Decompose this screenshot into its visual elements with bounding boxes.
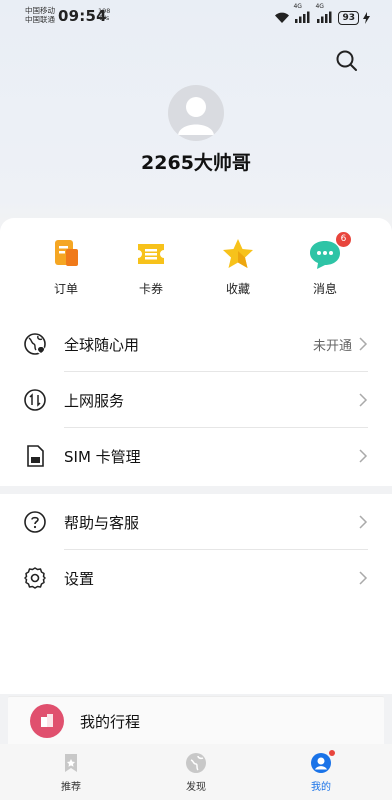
order-icon — [55, 240, 78, 266]
carrier-2: 中国联通 — [25, 15, 55, 24]
settings-icon — [24, 567, 46, 589]
chevron-right-icon — [359, 337, 368, 351]
charging-icon — [363, 11, 370, 24]
status-indicators: 4G 4G 93 — [274, 3, 370, 27]
quick-action-messages[interactable]: 6 消息 — [285, 232, 365, 297]
my-trip-bar[interactable]: 我的行程 — [8, 696, 384, 745]
wifi-icon — [275, 12, 290, 23]
star-icon — [223, 239, 253, 268]
sim-card-icon — [27, 445, 44, 467]
trip-icon — [41, 714, 53, 727]
globe-icon — [24, 333, 46, 355]
services-card: 订单 卡券 收藏 6 消息 全球随心用 未开通 上网服务 SIM 卡管理 — [0, 218, 392, 486]
signal-2-group: 4G — [315, 3, 334, 27]
tab-label: 我的 — [311, 782, 331, 793]
bookmark-icon — [65, 754, 77, 772]
status-bar: 中国移动 中国联通 09:54 198 B/s 4G 4G 93 — [0, 0, 392, 32]
chevron-right-icon — [359, 571, 368, 585]
notification-dot — [329, 750, 335, 756]
network-type-1: 4G — [293, 3, 302, 10]
signal-1-group: 4G — [293, 3, 312, 27]
tab-discover[interactable]: 发现 — [151, 752, 241, 793]
menu-item-label: SIM 卡管理 — [64, 447, 141, 466]
app-screen: 中国移动 中国联通 09:54 198 B/s 4G 4G 93 2265大帅哥… — [0, 0, 392, 800]
signal-1-icon — [295, 11, 310, 23]
menu-item-global-roaming[interactable]: 全球随心用 未开通 — [22, 316, 368, 372]
menu-item-help[interactable]: 帮助与客服 — [22, 494, 368, 550]
quick-action-label: 收藏 — [225, 282, 250, 296]
battery-indicator: 93 — [338, 10, 359, 25]
help-icon — [24, 511, 46, 533]
chevron-right-icon — [359, 449, 368, 463]
quick-actions: 订单 卡券 收藏 6 消息 — [0, 232, 392, 306]
chevron-right-icon — [359, 515, 368, 529]
chevron-right-icon — [359, 393, 368, 407]
tab-label: 推荐 — [61, 782, 81, 793]
carrier-1: 中国移动 — [25, 6, 55, 15]
avatar[interactable] — [168, 85, 224, 141]
tab-mine[interactable]: 我的 — [276, 750, 366, 793]
data-service-icon — [24, 389, 46, 411]
quick-action-label: 订单 — [53, 282, 78, 296]
quick-action-label: 消息 — [312, 282, 337, 296]
coupon-icon — [138, 244, 164, 264]
menu-item-label: 设置 — [64, 569, 95, 588]
tab-label: 发现 — [186, 782, 206, 793]
carrier-info: 中国移动 中国联通 — [25, 6, 55, 24]
menu-item-status: 未开通 — [312, 338, 352, 354]
message-badge: 6 — [336, 232, 351, 247]
menu-item-label: 上网服务 — [64, 391, 125, 410]
quick-action-coupons[interactable]: 卡券 — [111, 236, 191, 297]
profile-icon — [311, 753, 331, 773]
signal-2-icon — [317, 11, 332, 23]
search-button[interactable] — [334, 48, 360, 74]
default-avatar-icon — [178, 97, 214, 135]
support-card: 帮助与客服 设置 — [0, 494, 392, 694]
menu-item-label: 帮助与客服 — [64, 513, 140, 532]
search-icon — [336, 50, 357, 71]
username[interactable]: 2265大帅哥 — [0, 148, 392, 175]
net-speed: 198 B/s — [98, 8, 110, 22]
menu-item-sim-management[interactable]: SIM 卡管理 — [22, 428, 368, 484]
menu-item-label: 全球随心用 — [64, 335, 140, 354]
tab-recommend[interactable]: 推荐 — [26, 752, 116, 793]
quick-action-orders[interactable]: 订单 — [26, 236, 106, 297]
bottom-tab-bar: 推荐 发现 我的 — [0, 744, 392, 800]
my-trip-label: 我的行程 — [80, 712, 141, 731]
menu-item-data-service[interactable]: 上网服务 — [22, 372, 368, 428]
network-type-2: 4G — [315, 3, 324, 10]
quick-action-favorites[interactable]: 收藏 — [198, 236, 278, 297]
net-speed-unit: B/s — [99, 14, 110, 22]
trip-icon-container — [30, 704, 64, 738]
quick-action-label: 卡券 — [138, 282, 163, 296]
menu-item-settings[interactable]: 设置 — [22, 550, 368, 606]
discover-icon — [186, 753, 206, 773]
